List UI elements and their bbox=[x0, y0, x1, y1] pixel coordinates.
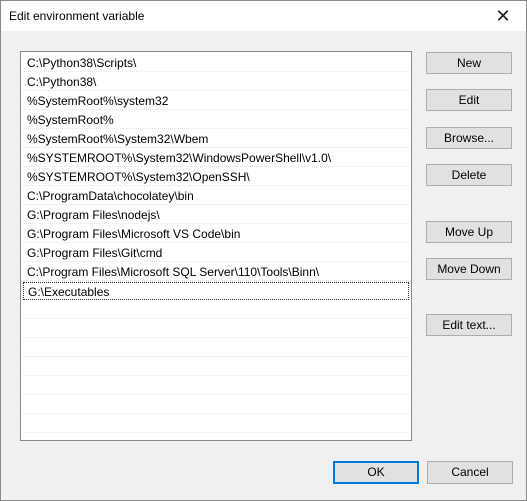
list-item[interactable]: %SystemRoot% bbox=[23, 111, 409, 129]
list-item[interactable]: %SYSTEMROOT%\System32\OpenSSH\ bbox=[23, 168, 409, 186]
edit-env-variable-dialog: Edit environment variable ✕ C:\Python38\… bbox=[0, 0, 527, 501]
list-item[interactable]: C:\ProgramData\chocolatey\bin bbox=[23, 187, 409, 205]
list-item[interactable]: %SystemRoot%\system32 bbox=[23, 92, 409, 110]
list-item[interactable]: C:\Python38\ bbox=[23, 73, 409, 91]
empty-row bbox=[23, 320, 409, 338]
empty-row bbox=[23, 377, 409, 395]
list-item[interactable]: C:\Program Files\Microsoft SQL Server\11… bbox=[23, 263, 409, 281]
list-item[interactable]: G:\Program Files\nodejs\ bbox=[23, 206, 409, 224]
delete-button[interactable]: Delete bbox=[426, 164, 512, 186]
list-item-selected[interactable]: G:\Executables bbox=[23, 282, 409, 300]
move-up-button[interactable]: Move Up bbox=[426, 221, 512, 243]
browse-button[interactable]: Browse... bbox=[426, 127, 512, 149]
empty-row bbox=[23, 339, 409, 357]
list-item[interactable]: %SystemRoot%\System32\Wbem bbox=[23, 130, 409, 148]
title-bar: Edit environment variable ✕ bbox=[1, 1, 526, 31]
ok-button[interactable]: OK bbox=[333, 461, 419, 484]
path-list[interactable]: C:\Python38\Scripts\ C:\Python38\ %Syste… bbox=[20, 51, 412, 441]
empty-row bbox=[23, 358, 409, 376]
empty-row bbox=[23, 301, 409, 319]
list-item[interactable]: %SYSTEMROOT%\System32\WindowsPowerShell\… bbox=[23, 149, 409, 167]
dialog-title: Edit environment variable bbox=[9, 9, 145, 23]
list-item[interactable]: G:\Program Files\Microsoft VS Code\bin bbox=[23, 225, 409, 243]
empty-row bbox=[23, 396, 409, 414]
empty-row bbox=[23, 415, 409, 433]
list-item[interactable]: G:\Program Files\Git\cmd bbox=[23, 244, 409, 262]
new-button[interactable]: New bbox=[426, 52, 512, 74]
close-icon[interactable]: ✕ bbox=[480, 1, 526, 31]
edit-button[interactable]: Edit bbox=[426, 89, 512, 111]
list-item[interactable]: C:\Python38\Scripts\ bbox=[23, 54, 409, 72]
edit-text-button[interactable]: Edit text... bbox=[426, 314, 512, 336]
cancel-button[interactable]: Cancel bbox=[427, 461, 513, 484]
move-down-button[interactable]: Move Down bbox=[426, 258, 512, 280]
